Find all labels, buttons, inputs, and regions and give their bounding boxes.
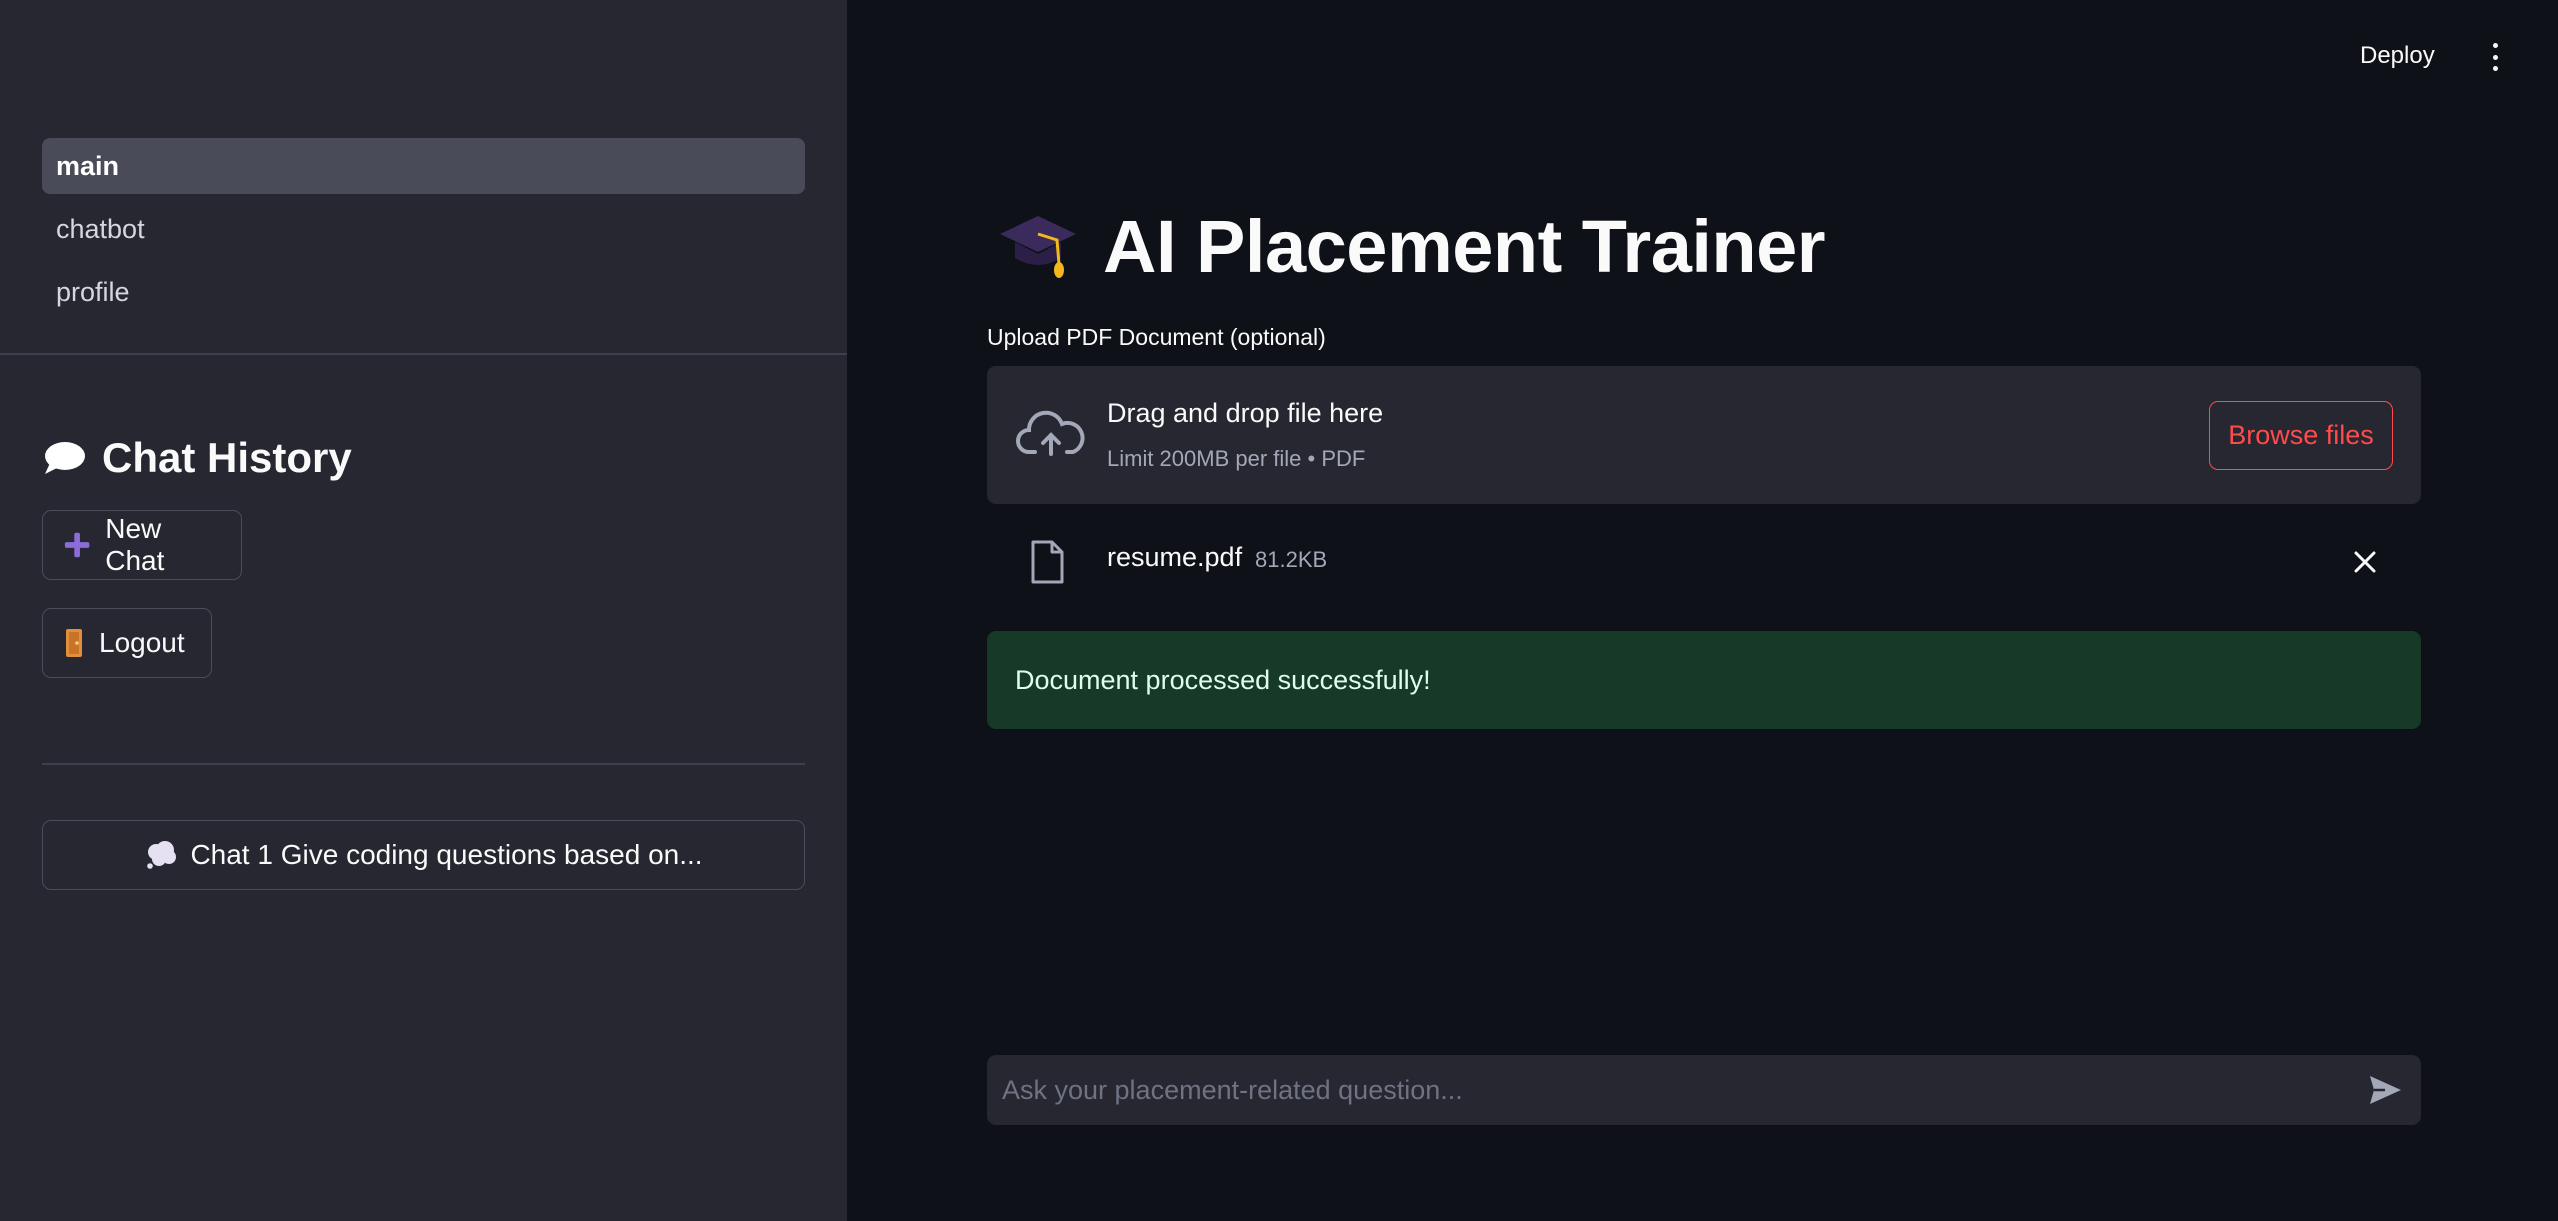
dropzone-title: Drag and drop file here — [1107, 398, 1384, 428]
nav-item-chatbot[interactable]: chatbot — [42, 201, 805, 257]
thought-bubble-icon — [147, 841, 177, 869]
cloud-upload-icon — [1016, 410, 1085, 456]
send-icon[interactable] — [2367, 1073, 2403, 1107]
chat-input-container — [987, 1055, 2421, 1125]
nav-divider — [0, 353, 847, 355]
kebab-dot — [2492, 66, 2498, 71]
dropzone-subtitle: Limit 200MB per file • PDF — [1107, 446, 1366, 471]
sidebar-nav: main chatbot profile — [42, 138, 805, 327]
file-icon — [1031, 540, 1064, 584]
plus-icon — [64, 532, 90, 558]
chat-history-title: Chat History — [102, 434, 352, 481]
new-chat-button[interactable]: New Chat — [42, 510, 242, 580]
chat-history-item[interactable]: Chat 1 Give coding questions based on... — [42, 820, 805, 890]
chat-input[interactable] — [987, 1055, 2337, 1125]
close-icon[interactable] — [2347, 544, 2383, 580]
graduation-cap-icon — [1000, 216, 1076, 278]
kebab-dot — [2492, 43, 2498, 48]
sidebar-divider — [42, 763, 805, 765]
uploaded-file-row: resume.pdf 81.2KB — [987, 530, 2421, 592]
kebab-menu-icon[interactable] — [2480, 40, 2510, 74]
upload-label: Upload PDF Document (optional) — [987, 324, 1326, 350]
browse-files-button[interactable]: Browse files — [2209, 401, 2393, 470]
file-size: 81.2KB — [1255, 547, 1328, 572]
app-root: main chatbot profile Chat History New Ch… — [0, 0, 2558, 1221]
deploy-button[interactable]: Deploy — [2360, 36, 2435, 76]
kebab-dot — [2492, 54, 2498, 60]
file-name: resume.pdf — [1107, 542, 1243, 572]
logout-label: Logout — [99, 627, 185, 658]
file-dropzone[interactable]: Drag and drop file here Limit 200MB per … — [987, 366, 2421, 504]
success-alert: Document processed successfully! — [987, 631, 2421, 729]
speech-bubble-icon — [45, 442, 85, 474]
page-title: AI Placement Trainer — [997, 196, 1826, 296]
nav-item-profile[interactable]: profile — [42, 264, 805, 320]
logout-button[interactable]: Logout — [42, 608, 212, 678]
door-icon — [66, 629, 82, 657]
nav-item-main[interactable]: main — [42, 138, 805, 194]
new-chat-label: New Chat — [105, 513, 165, 576]
chat-history-item-label: Chat 1 Give coding questions based on... — [190, 839, 703, 870]
page-title-text: AI Placement Trainer — [1103, 204, 1826, 288]
sidebar: main chatbot profile Chat History New Ch… — [0, 0, 847, 1221]
chat-history-heading: Chat History — [42, 428, 352, 488]
